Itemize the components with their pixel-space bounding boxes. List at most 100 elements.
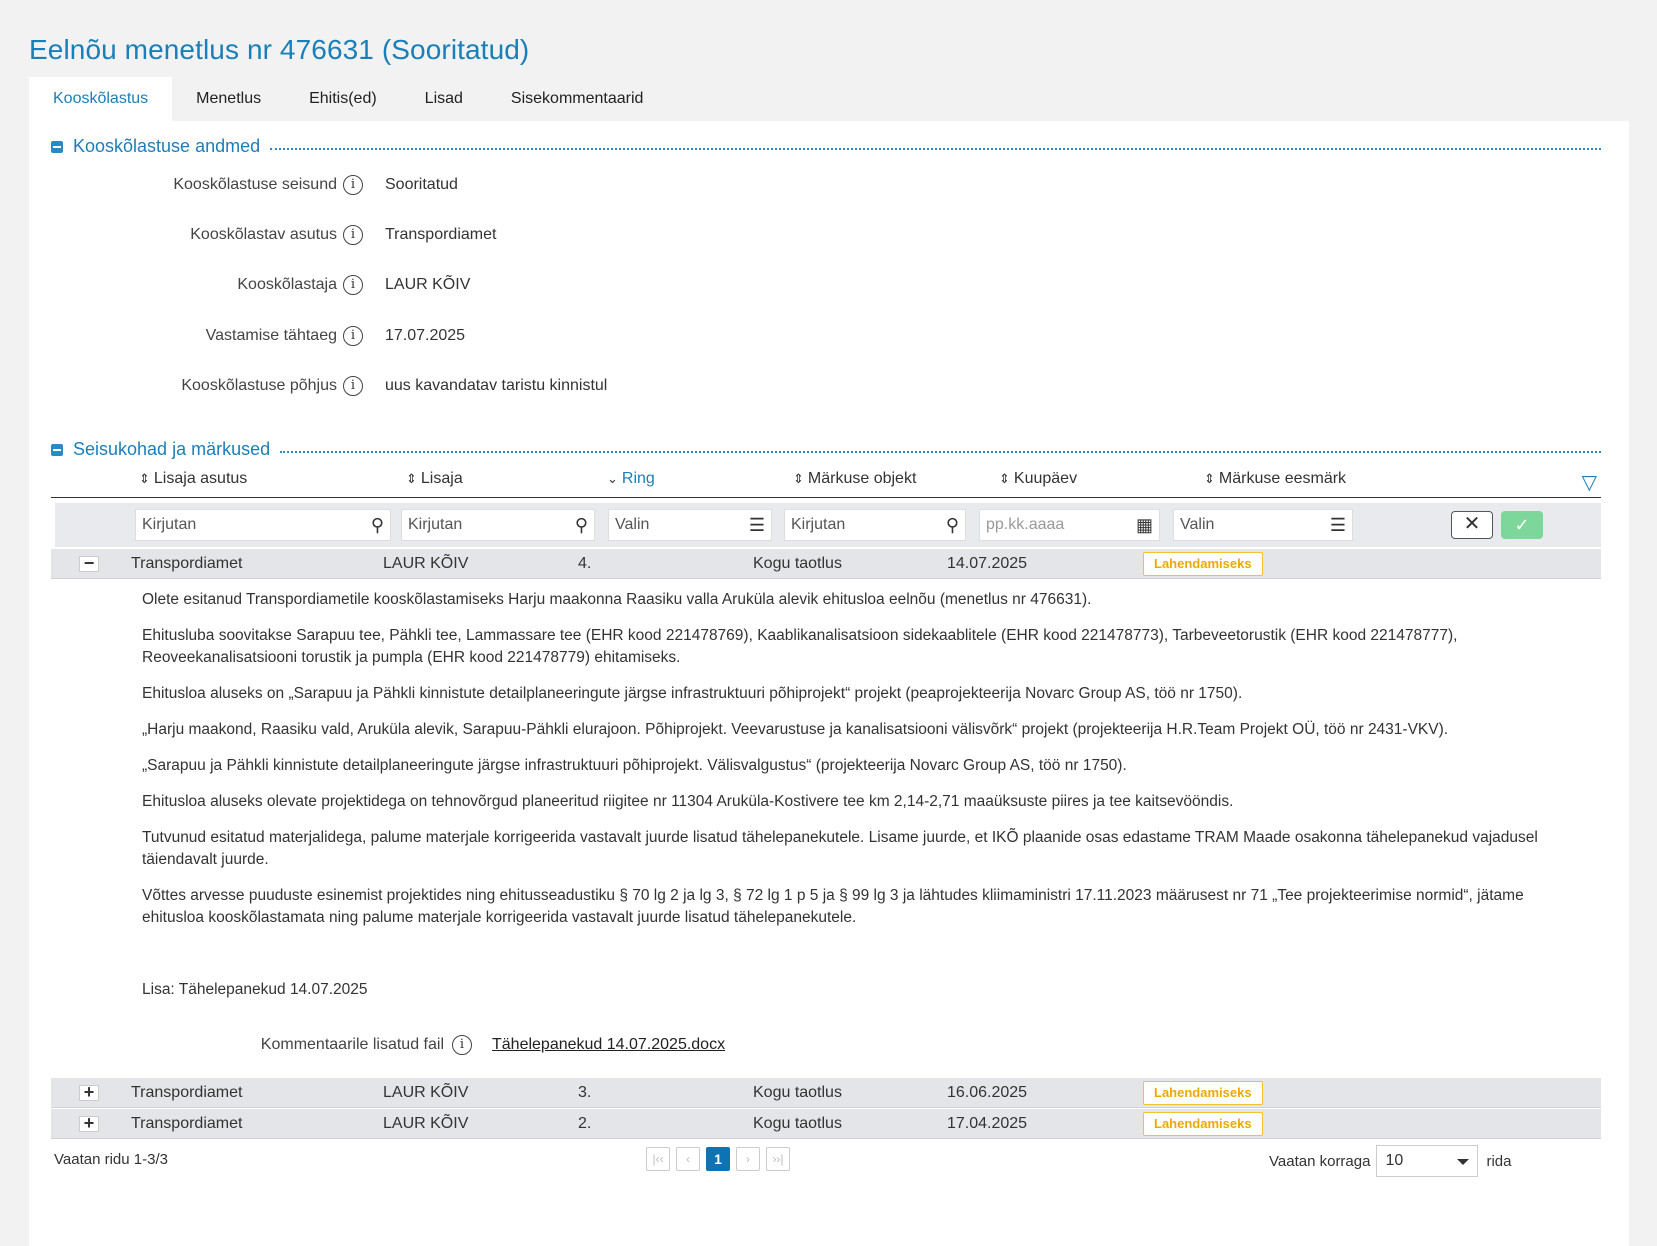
divider [280,450,1601,453]
search-icon: ⚲ [574,515,588,535]
page-1-button[interactable]: 1 [706,1147,730,1171]
detail-paragraph: Ehitusloa aluseks on „Sarapuu ja Pähkli … [142,685,1243,702]
detail-paragraph: Tutvunud esitatud materjalidega, palume … [142,829,1538,868]
sort-icon: ⇕ [139,471,150,486]
prev-page-button[interactable]: ‹ [676,1147,700,1171]
filter-row: Kirjutan ⚲ Kirjutan ⚲ Valin ☰ Kirjutan ⚲ pp.… [55,503,1601,547]
detail-paragraph: Ehitusluba soovitakse Sarapuu tee, Pähkl… [142,627,1458,666]
list-icon: ☰ [748,515,765,535]
check-icon: ✓ [1514,515,1530,535]
per-page-label: Vaatan korraga [1269,1152,1371,1170]
attachment-row: Kommentaarile lisatud fail i Tähelepanek… [29,1033,725,1057]
info-icon[interactable]: i [452,1035,472,1055]
tab-lisad[interactable]: Lisad [401,77,487,121]
field-label: Kooskõlastaja [237,276,337,293]
per-page-select[interactable]: 10 [1376,1145,1479,1177]
cell-objekt: Kogu taotlus [753,1115,842,1132]
tab-kooskolastus[interactable]: Kooskõlastus [29,77,173,121]
table-row[interactable]: + Transpordiamet LAUR KÕIV 3. Kogu taotl… [51,1078,1601,1108]
search-icon: ⚲ [945,515,959,535]
info-icon[interactable]: i [343,225,363,245]
column-label: Ring [621,470,655,487]
section-title: Seisukohad ja märkused [73,439,271,459]
section-seisukohad-header[interactable]: Seisukohad ja märkused [51,439,1601,460]
filter-kuupaev-input[interactable]: pp.kk.aaaa ▦ [979,509,1160,541]
detail-paragraph: Ehitusloa aluseks olevate projektidega o… [142,793,1234,810]
first-page-button[interactable]: |‹‹ [646,1147,670,1171]
detail-paragraph: Olete esitanud Transpordiametile kooskõl… [142,591,1092,608]
sort-icon: ⇕ [1204,471,1215,486]
column-label: Lisaja [420,470,463,487]
expand-row-icon[interactable]: + [79,1114,99,1132]
next-page-button[interactable]: › [736,1147,760,1171]
filter-placeholder: Valin [1180,516,1215,533]
last-page-button[interactable]: ››| [766,1147,790,1171]
field-label: Kooskõlastuse seisund [173,176,337,193]
cell-asutus: Transpordiamet [131,1115,243,1132]
field-seisund: Kooskõlastuse seisund i Sooritatud [29,173,1029,197]
section-kooskolastuse-andmed-header[interactable]: Kooskõlastuse andmed [51,136,1601,157]
info-icon[interactable]: i [343,326,363,346]
status-badge: Lahendamiseks [1143,1112,1263,1136]
section-title: Kooskõlastuse andmed [73,136,261,156]
column-kuupaev[interactable]: ⇕ Kuupäev [999,470,1077,488]
field-value: 17.07.2025 [385,327,466,344]
tab-sisekommentaarid[interactable]: Sisekommentaarid [487,77,668,121]
expand-row-icon[interactable]: + [79,1083,99,1101]
clear-filter-button[interactable]: ✕ [1451,511,1493,539]
rows-info: Vaatan ridu 1-3/3 [54,1151,168,1168]
filter-placeholder: pp.kk.aaaa [986,516,1065,533]
collapse-row-icon[interactable]: − [79,554,99,572]
field-label: Kooskõlastav asutus [190,226,337,243]
filter-placeholder: Kirjutan [408,516,463,533]
per-page-suffix: rida [1486,1152,1512,1170]
close-icon: ✕ [1463,513,1481,535]
content-panel: Kooskõlastuse andmed Kooskõlastuse seisu… [29,121,1629,1246]
filter-lisaja-asutus-input[interactable]: Kirjutan ⚲ [135,509,391,541]
cell-ring: 4. [578,555,592,572]
column-ring[interactable]: ⌄ Ring [607,470,655,488]
page-size: Vaatan korraga 10 rida [1269,1145,1511,1177]
divider [270,147,1601,150]
column-markuse-eesmark[interactable]: ⇕ Märkuse eesmärk [1204,470,1346,488]
detail-paragraph: „Harju maakond, Raasiku vald, Aruküla al… [142,721,1449,738]
tab-menetlus[interactable]: Menetlus [172,77,285,121]
column-lisaja-asutus[interactable]: ⇕ Lisaja asutus [139,470,247,488]
table-row[interactable]: − Transpordiamet LAUR KÕIV 4. Kogu taotl… [51,549,1601,579]
filter-eesmark-select[interactable]: Valin ☰ [1173,509,1353,541]
status-badge: Lahendamiseks [1143,552,1263,576]
sort-desc-icon: ⌄ [607,471,618,486]
list-icon: ☰ [1329,515,1346,535]
cell-objekt: Kogu taotlus [753,555,842,572]
filter-lisaja-input[interactable]: Kirjutan ⚲ [401,509,595,541]
field-asutus: Kooskõlastav asutus i Transpordiamet [29,223,1029,247]
sort-icon: ⇕ [999,471,1010,486]
column-label: Lisaja asutus [153,470,248,487]
column-label: Märkuse objekt [807,470,917,487]
tab-ehitised[interactable]: Ehitis(ed) [285,77,401,121]
collapse-icon[interactable] [51,443,63,456]
grid-header: ⇕ Lisaja asutus ⇕ Lisaja ⌄ Ring ⇕ Märkuse ob… [51,470,1601,498]
collapse-icon[interactable] [51,140,63,153]
column-label: Kuupäev [1013,470,1078,487]
table-row[interactable]: + Transpordiamet LAUR KÕIV 2. Kogu taotl… [51,1109,1601,1139]
attachment-link[interactable]: Tähelepanekud 14.07.2025.docx [492,1036,725,1054]
filter-placeholder: Kirjutan [142,516,197,533]
field-value: LAUR KÕIV [385,276,471,293]
sort-icon: ⇕ [793,471,804,486]
cell-kuupaev: 14.07.2025 [947,555,1028,572]
column-label: Märkuse eesmärk [1218,470,1347,487]
info-icon[interactable]: i [343,175,363,195]
column-markuse-objekt[interactable]: ⇕ Märkuse objekt [793,470,916,488]
field-label: Vastamise tähtaeg [205,327,337,344]
apply-filter-button[interactable]: ✓ [1501,511,1543,539]
filter-icon[interactable]: ▽ [1582,470,1597,495]
search-icon: ⚲ [370,515,384,535]
column-lisaja[interactable]: ⇕ Lisaja [406,470,463,488]
filter-ring-select[interactable]: Valin ☰ [608,509,772,541]
info-icon[interactable]: i [343,376,363,396]
info-icon[interactable]: i [343,275,363,295]
filter-objekt-input[interactable]: Kirjutan ⚲ [784,509,966,541]
field-tahtaeg: Vastamise tähtaeg i 17.07.2025 [29,324,1029,348]
field-pohjus: Kooskõlastuse põhjus i uus kavandatav ta… [29,374,1029,398]
